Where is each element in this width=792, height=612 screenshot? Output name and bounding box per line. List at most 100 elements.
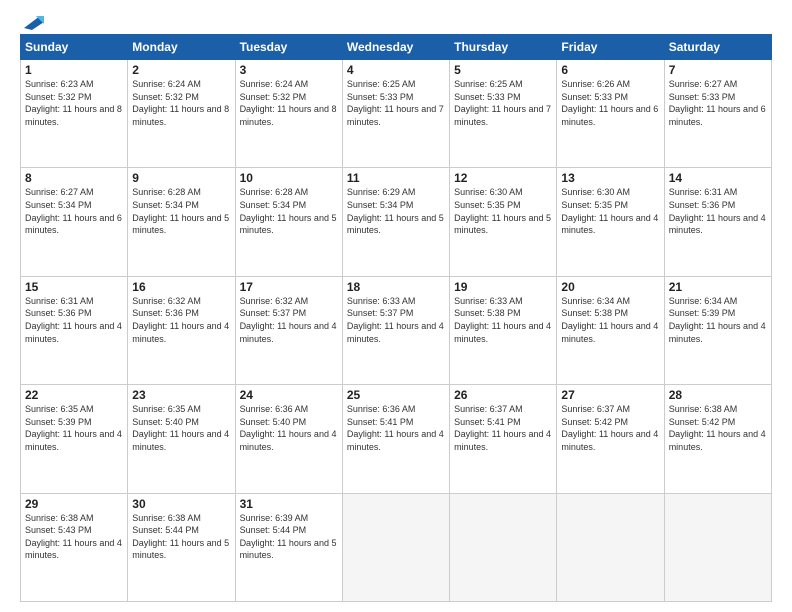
calendar-cell: 24 Sunrise: 6:36 AM Sunset: 5:40 PM Dayl… [235,385,342,493]
calendar-cell: 2 Sunrise: 6:24 AM Sunset: 5:32 PM Dayli… [128,60,235,168]
day-info: Sunrise: 6:32 AM Sunset: 5:37 PM Dayligh… [240,295,338,345]
day-info: Sunrise: 6:35 AM Sunset: 5:40 PM Dayligh… [132,403,230,453]
day-number: 13 [561,171,659,185]
calendar-cell [557,493,664,601]
calendar-cell [342,493,449,601]
week-row-1: 1 Sunrise: 6:23 AM Sunset: 5:32 PM Dayli… [21,60,772,168]
day-number: 17 [240,280,338,294]
day-info: Sunrise: 6:36 AM Sunset: 5:41 PM Dayligh… [347,403,445,453]
day-info: Sunrise: 6:28 AM Sunset: 5:34 PM Dayligh… [240,186,338,236]
calendar-cell: 26 Sunrise: 6:37 AM Sunset: 5:41 PM Dayl… [450,385,557,493]
day-number: 6 [561,63,659,77]
day-number: 16 [132,280,230,294]
header [20,16,772,26]
calendar-cell: 21 Sunrise: 6:34 AM Sunset: 5:39 PM Dayl… [664,276,771,384]
day-number: 8 [25,171,123,185]
day-number: 3 [240,63,338,77]
logo [20,16,44,26]
day-number: 7 [669,63,767,77]
week-row-2: 8 Sunrise: 6:27 AM Sunset: 5:34 PM Dayli… [21,168,772,276]
calendar-cell [450,493,557,601]
day-number: 25 [347,388,445,402]
day-info: Sunrise: 6:37 AM Sunset: 5:41 PM Dayligh… [454,403,552,453]
day-info: Sunrise: 6:34 AM Sunset: 5:38 PM Dayligh… [561,295,659,345]
calendar-cell: 4 Sunrise: 6:25 AM Sunset: 5:33 PM Dayli… [342,60,449,168]
day-number: 30 [132,497,230,511]
week-row-4: 22 Sunrise: 6:35 AM Sunset: 5:39 PM Dayl… [21,385,772,493]
day-info: Sunrise: 6:24 AM Sunset: 5:32 PM Dayligh… [132,78,230,128]
weekday-header-saturday: Saturday [664,35,771,60]
weekday-header-sunday: Sunday [21,35,128,60]
day-info: Sunrise: 6:36 AM Sunset: 5:40 PM Dayligh… [240,403,338,453]
calendar-header: SundayMondayTuesdayWednesdayThursdayFrid… [21,35,772,60]
day-number: 26 [454,388,552,402]
calendar-cell: 3 Sunrise: 6:24 AM Sunset: 5:32 PM Dayli… [235,60,342,168]
day-info: Sunrise: 6:32 AM Sunset: 5:36 PM Dayligh… [132,295,230,345]
calendar-cell: 10 Sunrise: 6:28 AM Sunset: 5:34 PM Dayl… [235,168,342,276]
calendar-cell: 22 Sunrise: 6:35 AM Sunset: 5:39 PM Dayl… [21,385,128,493]
calendar-cell: 5 Sunrise: 6:25 AM Sunset: 5:33 PM Dayli… [450,60,557,168]
week-row-3: 15 Sunrise: 6:31 AM Sunset: 5:36 PM Dayl… [21,276,772,384]
weekday-header-monday: Monday [128,35,235,60]
day-number: 22 [25,388,123,402]
day-info: Sunrise: 6:26 AM Sunset: 5:33 PM Dayligh… [561,78,659,128]
calendar-cell: 25 Sunrise: 6:36 AM Sunset: 5:41 PM Dayl… [342,385,449,493]
day-info: Sunrise: 6:25 AM Sunset: 5:33 PM Dayligh… [347,78,445,128]
calendar-cell: 29 Sunrise: 6:38 AM Sunset: 5:43 PM Dayl… [21,493,128,601]
calendar-cell: 7 Sunrise: 6:27 AM Sunset: 5:33 PM Dayli… [664,60,771,168]
calendar-cell: 12 Sunrise: 6:30 AM Sunset: 5:35 PM Dayl… [450,168,557,276]
day-number: 18 [347,280,445,294]
calendar-cell: 8 Sunrise: 6:27 AM Sunset: 5:34 PM Dayli… [21,168,128,276]
week-row-5: 29 Sunrise: 6:38 AM Sunset: 5:43 PM Dayl… [21,493,772,601]
day-number: 11 [347,171,445,185]
day-info: Sunrise: 6:35 AM Sunset: 5:39 PM Dayligh… [25,403,123,453]
calendar-cell: 20 Sunrise: 6:34 AM Sunset: 5:38 PM Dayl… [557,276,664,384]
weekday-header-wednesday: Wednesday [342,35,449,60]
day-info: Sunrise: 6:28 AM Sunset: 5:34 PM Dayligh… [132,186,230,236]
calendar-cell: 6 Sunrise: 6:26 AM Sunset: 5:33 PM Dayli… [557,60,664,168]
day-info: Sunrise: 6:30 AM Sunset: 5:35 PM Dayligh… [454,186,552,236]
calendar-cell: 31 Sunrise: 6:39 AM Sunset: 5:44 PM Dayl… [235,493,342,601]
day-info: Sunrise: 6:25 AM Sunset: 5:33 PM Dayligh… [454,78,552,128]
day-info: Sunrise: 6:27 AM Sunset: 5:33 PM Dayligh… [669,78,767,128]
weekday-header-tuesday: Tuesday [235,35,342,60]
calendar-cell: 1 Sunrise: 6:23 AM Sunset: 5:32 PM Dayli… [21,60,128,168]
weekday-row: SundayMondayTuesdayWednesdayThursdayFrid… [21,35,772,60]
calendar-cell: 16 Sunrise: 6:32 AM Sunset: 5:36 PM Dayl… [128,276,235,384]
calendar-table: SundayMondayTuesdayWednesdayThursdayFrid… [20,34,772,602]
day-info: Sunrise: 6:38 AM Sunset: 5:43 PM Dayligh… [25,512,123,562]
day-number: 21 [669,280,767,294]
day-info: Sunrise: 6:24 AM Sunset: 5:32 PM Dayligh… [240,78,338,128]
calendar-cell: 17 Sunrise: 6:32 AM Sunset: 5:37 PM Dayl… [235,276,342,384]
weekday-header-friday: Friday [557,35,664,60]
calendar-cell: 15 Sunrise: 6:31 AM Sunset: 5:36 PM Dayl… [21,276,128,384]
day-number: 14 [669,171,767,185]
day-number: 24 [240,388,338,402]
calendar-body: 1 Sunrise: 6:23 AM Sunset: 5:32 PM Dayli… [21,60,772,602]
day-info: Sunrise: 6:37 AM Sunset: 5:42 PM Dayligh… [561,403,659,453]
day-number: 15 [25,280,123,294]
calendar-cell: 27 Sunrise: 6:37 AM Sunset: 5:42 PM Dayl… [557,385,664,493]
day-number: 29 [25,497,123,511]
day-number: 31 [240,497,338,511]
calendar-cell: 23 Sunrise: 6:35 AM Sunset: 5:40 PM Dayl… [128,385,235,493]
day-info: Sunrise: 6:27 AM Sunset: 5:34 PM Dayligh… [25,186,123,236]
calendar-cell: 18 Sunrise: 6:33 AM Sunset: 5:37 PM Dayl… [342,276,449,384]
calendar-cell: 11 Sunrise: 6:29 AM Sunset: 5:34 PM Dayl… [342,168,449,276]
logo-icon [22,14,44,30]
calendar-cell: 13 Sunrise: 6:30 AM Sunset: 5:35 PM Dayl… [557,168,664,276]
day-number: 23 [132,388,230,402]
calendar-cell: 28 Sunrise: 6:38 AM Sunset: 5:42 PM Dayl… [664,385,771,493]
calendar-cell: 9 Sunrise: 6:28 AM Sunset: 5:34 PM Dayli… [128,168,235,276]
day-number: 5 [454,63,552,77]
day-info: Sunrise: 6:38 AM Sunset: 5:44 PM Dayligh… [132,512,230,562]
calendar-cell [664,493,771,601]
day-info: Sunrise: 6:23 AM Sunset: 5:32 PM Dayligh… [25,78,123,128]
page: SundayMondayTuesdayWednesdayThursdayFrid… [0,0,792,612]
day-info: Sunrise: 6:31 AM Sunset: 5:36 PM Dayligh… [25,295,123,345]
day-number: 2 [132,63,230,77]
day-info: Sunrise: 6:29 AM Sunset: 5:34 PM Dayligh… [347,186,445,236]
calendar-cell: 19 Sunrise: 6:33 AM Sunset: 5:38 PM Dayl… [450,276,557,384]
weekday-header-thursday: Thursday [450,35,557,60]
day-info: Sunrise: 6:38 AM Sunset: 5:42 PM Dayligh… [669,403,767,453]
